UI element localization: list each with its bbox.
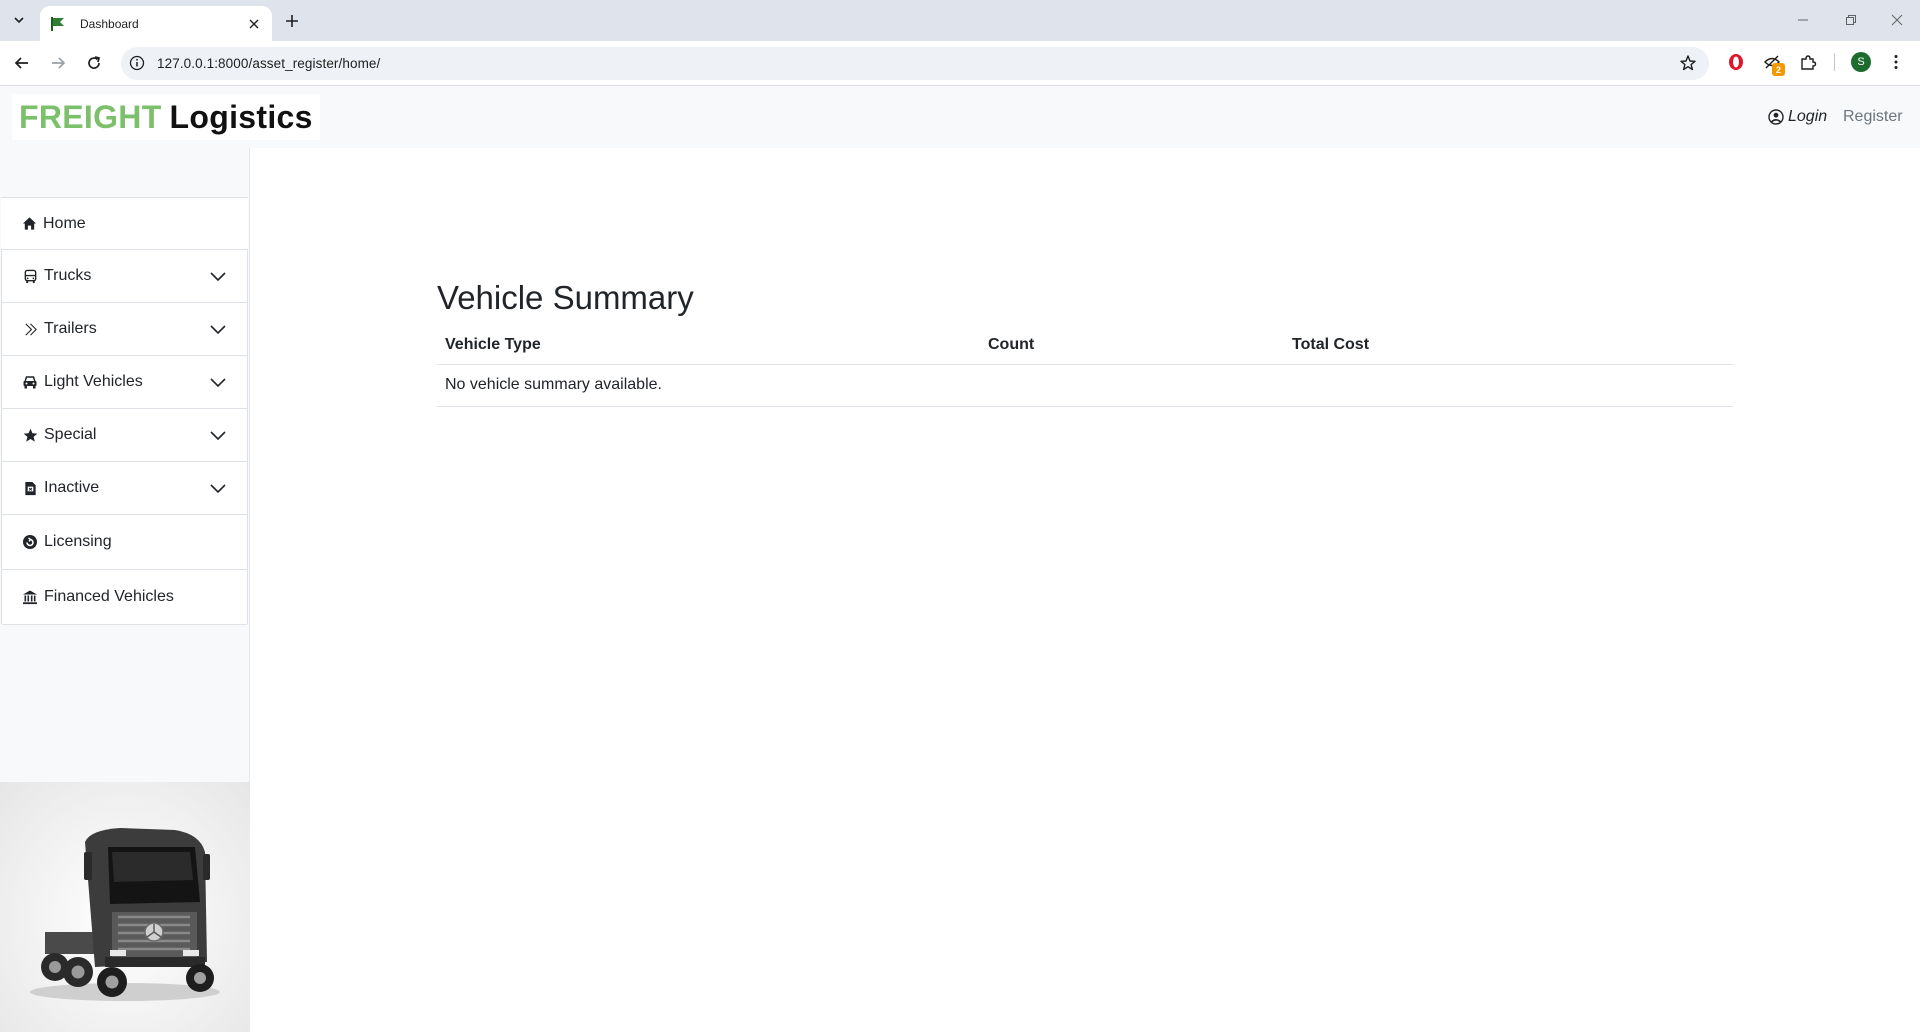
arrow-right-icon — [52, 57, 66, 69]
table-header-row: Vehicle Type Count Total Cost — [437, 327, 1733, 365]
column-header: Count — [980, 327, 1284, 365]
arrow-left-icon — [14, 57, 28, 69]
table-row: No vehicle summary available. — [437, 364, 1733, 407]
vehicle-summary-table: Vehicle Type Count Total Cost No vehicle… — [437, 327, 1733, 407]
sidebar-item-label: Trucks — [44, 267, 92, 284]
toolbar-separator — [1834, 53, 1835, 71]
chevron-down-icon — [210, 431, 226, 441]
sidebar-item-trailers[interactable]: Trailers — [1, 303, 248, 356]
flag-favicon-icon — [51, 16, 64, 31]
double-chevron-right-icon — [22, 321, 38, 337]
opera-extension-button[interactable] — [1725, 51, 1747, 73]
minimize-icon — [1798, 19, 1808, 21]
tab-close-button[interactable] — [246, 16, 262, 32]
chevron-down-icon — [210, 325, 226, 335]
brand-logo[interactable]: FREIGHT Logistics — [12, 94, 320, 140]
app-header: FREIGHT Logistics Login Register — [0, 86, 1920, 148]
browser-toolbar: 127.0.0.1:8000/asset_register/home/ — [0, 41, 1920, 86]
chevron-down-icon — [210, 272, 226, 282]
opera-icon — [1729, 54, 1743, 70]
sidebar-item-label: Financed Vehicles — [44, 588, 174, 605]
car-icon — [22, 374, 38, 390]
extension-badge: 2 — [1772, 63, 1785, 76]
close-icon — [249, 19, 259, 28]
tab-search-button[interactable] — [6, 8, 32, 32]
sidebar-item-financed-vehicles[interactable]: Financed Vehicles — [1, 569, 248, 625]
logo-freight-text: FREIGHT — [19, 98, 162, 135]
login-link[interactable]: Login — [1768, 108, 1827, 126]
chevron-down-icon — [14, 17, 24, 24]
plus-icon — [286, 15, 298, 27]
sidebar-item-inactive[interactable]: Inactive — [1, 462, 248, 515]
home-icon — [21, 216, 37, 232]
forward-button[interactable] — [45, 50, 71, 76]
sidebar: Home Trucks Trailers Light Vehicles Spec… — [0, 148, 250, 1032]
sidebar-item-home[interactable]: Home — [1, 197, 248, 250]
sidebar-item-label: Inactive — [44, 479, 100, 496]
reload-button[interactable] — [81, 50, 107, 76]
empty-message: No vehicle summary available. — [437, 364, 1733, 407]
logo-logistics-text: Logistics — [169, 98, 313, 135]
truck-image — [0, 782, 250, 1032]
sidebar-item-light-vehicles[interactable]: Light Vehicles — [1, 356, 248, 409]
license-icon — [22, 534, 38, 550]
browser-tab-active[interactable]: Dashboard — [40, 6, 272, 41]
sidebar-item-label: Home — [43, 214, 86, 232]
address-bar[interactable]: 127.0.0.1:8000/asset_register/home/ — [121, 47, 1709, 80]
restore-button[interactable] — [1828, 0, 1874, 40]
register-link[interactable]: Register — [1843, 108, 1903, 126]
close-icon — [1891, 14, 1903, 26]
tab-title: Dashboard — [80, 16, 139, 31]
profile-avatar[interactable]: S — [1851, 52, 1871, 72]
login-label: Login — [1788, 108, 1828, 125]
sidebar-item-label: Special — [44, 426, 97, 443]
puzzle-icon — [1801, 55, 1817, 70]
browser-menu-button[interactable] — [1885, 51, 1907, 73]
extensions-menu-button[interactable] — [1797, 51, 1819, 73]
bus-icon — [22, 268, 38, 284]
column-header: Total Cost — [1284, 327, 1733, 365]
sidebar-item-special[interactable]: Special — [1, 409, 248, 462]
minimize-button[interactable] — [1780, 0, 1826, 40]
column-header: Vehicle Type — [437, 327, 980, 365]
site-info-icon[interactable] — [129, 55, 145, 71]
kebab-menu-icon — [1894, 55, 1898, 69]
star-icon — [22, 427, 38, 443]
sidebar-item-trucks[interactable]: Trucks — [1, 250, 248, 303]
sidebar-item-label: Licensing — [44, 533, 112, 550]
reload-icon — [88, 56, 101, 69]
back-button[interactable] — [9, 50, 35, 76]
close-window-button[interactable] — [1874, 0, 1920, 40]
new-tab-button[interactable] — [280, 9, 304, 33]
chevron-down-icon — [210, 378, 226, 388]
file-icon — [22, 480, 38, 496]
url-text[interactable]: 127.0.0.1:8000/asset_register/home/ — [157, 56, 380, 71]
browser-tabstrip: Dashboard — [0, 0, 1920, 41]
chevron-down-icon — [210, 484, 226, 494]
sidebar-item-licensing[interactable]: Licensing — [1, 514, 248, 570]
bank-icon — [22, 589, 38, 605]
bookmark-star-icon[interactable] — [1679, 54, 1697, 72]
sidebar-item-label: Light Vehicles — [44, 373, 143, 390]
user-circle-icon — [1768, 109, 1784, 125]
restore-icon — [1846, 15, 1856, 25]
main-content: Vehicle Summary Vehicle Type Count Total… — [437, 277, 1733, 407]
sidebar-item-label: Trailers — [44, 320, 97, 337]
sidebar-menu: Home Trucks Trailers Light Vehicles Spec… — [1, 197, 248, 625]
page-title: Vehicle Summary — [437, 279, 694, 316]
